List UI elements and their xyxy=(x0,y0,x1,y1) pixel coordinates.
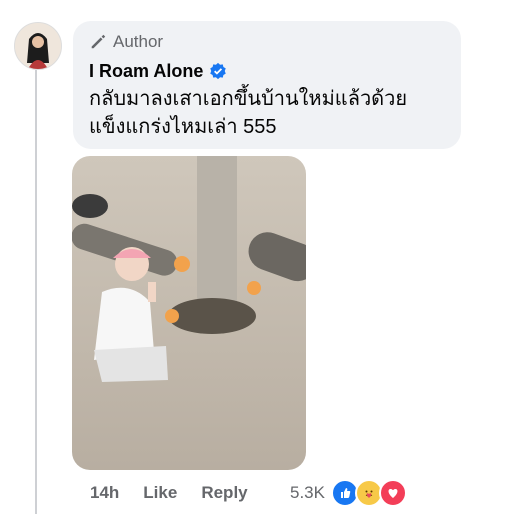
love-reaction-icon xyxy=(378,479,407,507)
comment-actions: 14h Like Reply xyxy=(90,482,272,504)
reply-button[interactable]: Reply xyxy=(201,483,247,503)
author-badge-label: Author xyxy=(113,32,164,51)
comment-photo[interactable] xyxy=(72,156,306,470)
author-name-link[interactable]: I Roam Alone xyxy=(89,61,203,82)
comment-timestamp[interactable]: 14h xyxy=(90,483,119,503)
verified-badge-icon xyxy=(210,62,227,80)
previous-comment-cutoff xyxy=(0,0,520,4)
reaction-count: 5.3K xyxy=(290,483,325,502)
author-avatar[interactable] xyxy=(14,22,62,70)
comment-text: กลับมาลงเสาเอกขึ้นบ้านใหม่แล้วด้วย แข็งแ… xyxy=(89,88,408,138)
thread-line xyxy=(35,70,37,514)
reaction-summary[interactable]: 5.3K xyxy=(290,479,407,507)
pencil-icon xyxy=(91,34,106,49)
author-badge: Author xyxy=(89,31,445,53)
like-button[interactable]: Like xyxy=(143,483,177,503)
comment-bubble: Author I Roam Alone กลับมาลงเสาเอกขึ้นบ้… xyxy=(73,21,461,149)
